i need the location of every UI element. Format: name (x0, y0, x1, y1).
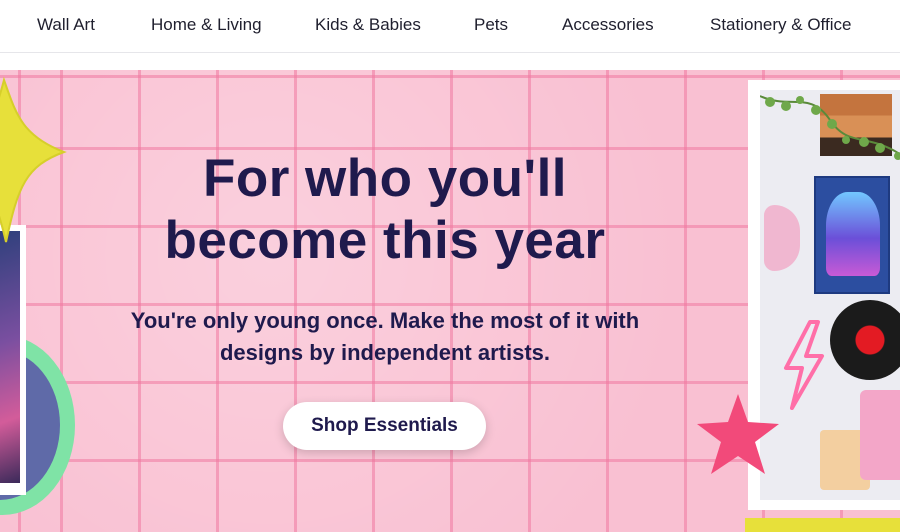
nav-item-stationery-office[interactable]: Stationery & Office (710, 15, 851, 35)
vinyl-record-icon (830, 300, 900, 380)
poster-artwork (826, 192, 880, 276)
left-photo-card (0, 225, 26, 495)
nav-item-home-living[interactable]: Home & Living (151, 15, 262, 35)
ivy-vine-decoration (760, 95, 900, 160)
pink-cap (764, 205, 800, 271)
nav-item-accessories[interactable]: Accessories (562, 15, 654, 35)
pink-star-icon (697, 394, 779, 474)
left-collage (0, 70, 80, 532)
shop-essentials-button[interactable]: Shop Essentials (283, 402, 486, 450)
hero-subtitle: You're only young once. Make the most of… (130, 308, 640, 365)
category-nav: Wall Art Home & Living Kids & Babies Pet… (0, 0, 900, 53)
nav-item-pets[interactable]: Pets (474, 15, 508, 35)
art-poster (814, 176, 890, 294)
pink-cushion (860, 390, 900, 480)
right-collage (697, 80, 900, 532)
left-photo-image (0, 231, 20, 483)
yellow-strip-decoration (745, 518, 900, 532)
yellow-star-icon (0, 76, 67, 243)
hero-banner: For who you'll become this year You're o… (0, 70, 900, 532)
nav-item-kids-babies[interactable]: Kids & Babies (315, 15, 421, 35)
nav-item-wall-art[interactable]: Wall Art (37, 15, 95, 35)
hero-title: For who you'll become this year (164, 149, 606, 270)
lightning-bolt-icon (784, 320, 824, 410)
nav-spacer (0, 54, 900, 70)
